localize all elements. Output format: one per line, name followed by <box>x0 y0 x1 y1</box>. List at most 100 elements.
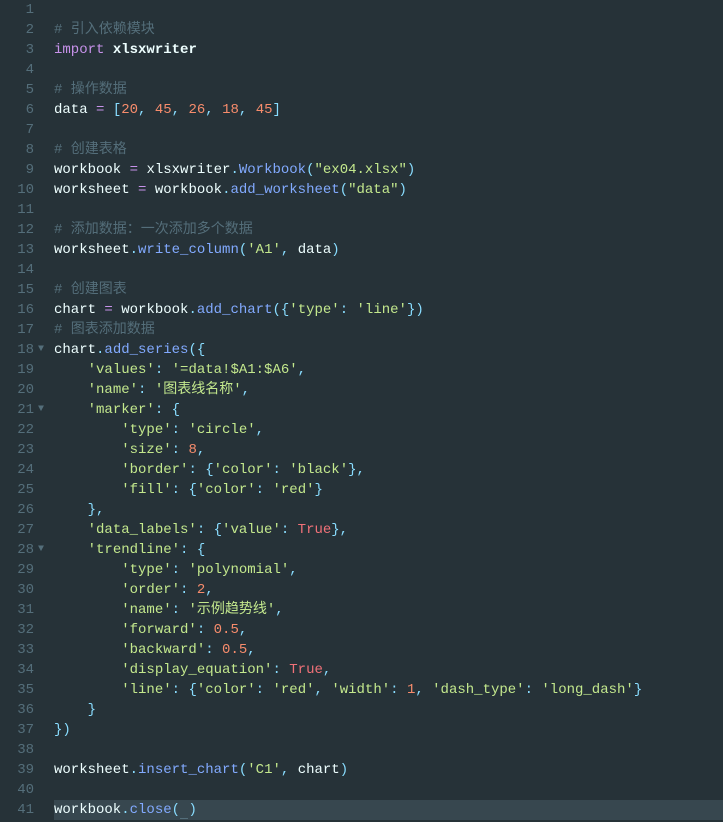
token-id: data <box>298 242 332 258</box>
code-line[interactable]: 'marker': { <box>54 400 723 420</box>
token-sp <box>54 462 121 478</box>
code-line[interactable]: 'name': '图表线名称', <box>54 380 723 400</box>
code-line[interactable]: workbook.close( ) <box>54 800 723 820</box>
code-line[interactable]: } <box>54 700 723 720</box>
token-meth: add_series <box>104 342 188 358</box>
token-pun: , <box>197 442 205 458</box>
code-line[interactable]: # 图表添加数据 <box>54 320 723 340</box>
code-line[interactable]: chart.add_series({ <box>54 340 723 360</box>
code-line[interactable]: 'order': 2, <box>54 580 723 600</box>
code-line[interactable]: # 操作数据 <box>54 80 723 100</box>
token-str: 'name' <box>121 602 171 618</box>
token-pun: ) <box>399 182 407 198</box>
code-line[interactable]: # 添加数据：一次添加多个数据 <box>54 220 723 240</box>
code-line[interactable]: # 引入依赖模块 <box>54 20 723 40</box>
code-line[interactable]: 'line': {'color': 'red', 'width': 1, 'da… <box>54 680 723 700</box>
code-line[interactable]: 'type': 'polynomial', <box>54 560 723 580</box>
code-line[interactable]: 'display_equation': True, <box>54 660 723 680</box>
line-number: 27 <box>6 520 34 540</box>
line-number: 26 <box>6 500 34 520</box>
token-pun: : <box>256 482 264 498</box>
fold-icon[interactable]: ▼ <box>38 400 44 420</box>
token-sp <box>146 382 154 398</box>
token-pun: , <box>315 682 323 698</box>
code-line[interactable]: 'trendline': { <box>54 540 723 560</box>
token-pun: }, <box>348 462 365 478</box>
token-cmt: # 图表添加数据 <box>54 322 155 338</box>
code-line[interactable]: worksheet = workbook.add_worksheet("data… <box>54 180 723 200</box>
token-sp <box>54 522 88 538</box>
token-num: 0.5 <box>222 642 247 658</box>
code-line[interactable]: 'type': 'circle', <box>54 420 723 440</box>
token-pun: : <box>172 562 180 578</box>
token-str: 'marker' <box>88 402 155 418</box>
line-number-gutter: 123456789101112131415161718▼192021▼22232… <box>0 0 42 822</box>
token-str: 'color' <box>197 682 256 698</box>
token-str: '示例趋势线' <box>188 602 275 618</box>
code-line[interactable]: 'forward': 0.5, <box>54 620 723 640</box>
token-sp <box>205 622 213 638</box>
code-line[interactable]: 'border': {'color': 'black'}, <box>54 460 723 480</box>
line-number: 5 <box>6 80 34 100</box>
code-line[interactable] <box>54 120 723 140</box>
token-meth: write_column <box>138 242 239 258</box>
code-line[interactable]: data = [20, 45, 26, 18, 45] <box>54 100 723 120</box>
code-editor[interactable]: 123456789101112131415161718▼192021▼22232… <box>0 0 723 822</box>
token-str: 'circle' <box>188 422 255 438</box>
token-sp <box>54 622 121 638</box>
code-line[interactable] <box>54 0 723 20</box>
token-str: 'red' <box>272 682 314 698</box>
token-pun: } <box>88 702 96 718</box>
token-str: 'polynomial' <box>188 562 289 578</box>
token-str: 'type' <box>289 302 339 318</box>
code-line[interactable]: # 创建表格 <box>54 140 723 160</box>
token-num: 8 <box>188 442 196 458</box>
token-dot: . <box>130 242 138 258</box>
code-line[interactable] <box>54 260 723 280</box>
token-pun: , <box>242 382 250 398</box>
token-str: 'dash_type' <box>432 682 524 698</box>
fold-icon[interactable]: ▼ <box>38 340 44 360</box>
token-pun: , <box>256 422 264 438</box>
code-line[interactable]: }, <box>54 500 723 520</box>
code-line[interactable]: chart = workbook.add_chart({'type': 'lin… <box>54 300 723 320</box>
code-line[interactable]: worksheet.write_column('A1', data) <box>54 240 723 260</box>
code-line[interactable] <box>54 60 723 80</box>
line-number: 16 <box>6 300 34 320</box>
line-number: 8 <box>6 140 34 160</box>
line-number: 35 <box>6 680 34 700</box>
code-line[interactable]: worksheet.insert_chart('C1', chart) <box>54 760 723 780</box>
code-line[interactable]: workbook = xlsxwriter.Workbook("ex04.xls… <box>54 160 723 180</box>
line-number: 28▼ <box>6 540 34 560</box>
token-pun: : <box>197 522 205 538</box>
token-sp <box>130 182 138 198</box>
code-line[interactable]: import xlsxwriter <box>54 40 723 60</box>
code-line[interactable]: }) <box>54 720 723 740</box>
token-pun: , <box>275 602 283 618</box>
code-line[interactable] <box>54 740 723 760</box>
token-str: 'backward' <box>121 642 205 658</box>
token-id: workbook <box>54 802 121 818</box>
token-sp <box>188 582 196 598</box>
fold-icon[interactable]: ▼ <box>38 540 44 560</box>
code-line[interactable]: # 创建图表 <box>54 280 723 300</box>
code-line[interactable]: 'name': '示例趋势线', <box>54 600 723 620</box>
code-line[interactable] <box>54 780 723 800</box>
token-cmt: # 添加数据：一次添加多个数据 <box>54 222 253 238</box>
token-pun: }, <box>88 502 105 518</box>
code-area[interactable]: # 引入依赖模块import xlsxwriter # 操作数据data = [… <box>42 0 723 822</box>
token-kw: import <box>54 42 104 58</box>
code-line[interactable] <box>54 200 723 220</box>
token-str: "data" <box>348 182 398 198</box>
token-str: 'name' <box>88 382 138 398</box>
code-line[interactable]: 'backward': 0.5, <box>54 640 723 660</box>
token-sp <box>197 462 205 478</box>
token-sp <box>247 102 255 118</box>
token-sp <box>146 182 154 198</box>
line-number: 20 <box>6 380 34 400</box>
token-sp <box>121 162 129 178</box>
code-line[interactable]: 'data_labels': {'value': True}, <box>54 520 723 540</box>
code-line[interactable]: 'size': 8, <box>54 440 723 460</box>
code-line[interactable]: 'values': '=data!$A1:$A6', <box>54 360 723 380</box>
code-line[interactable]: 'fill': {'color': 'red'} <box>54 480 723 500</box>
